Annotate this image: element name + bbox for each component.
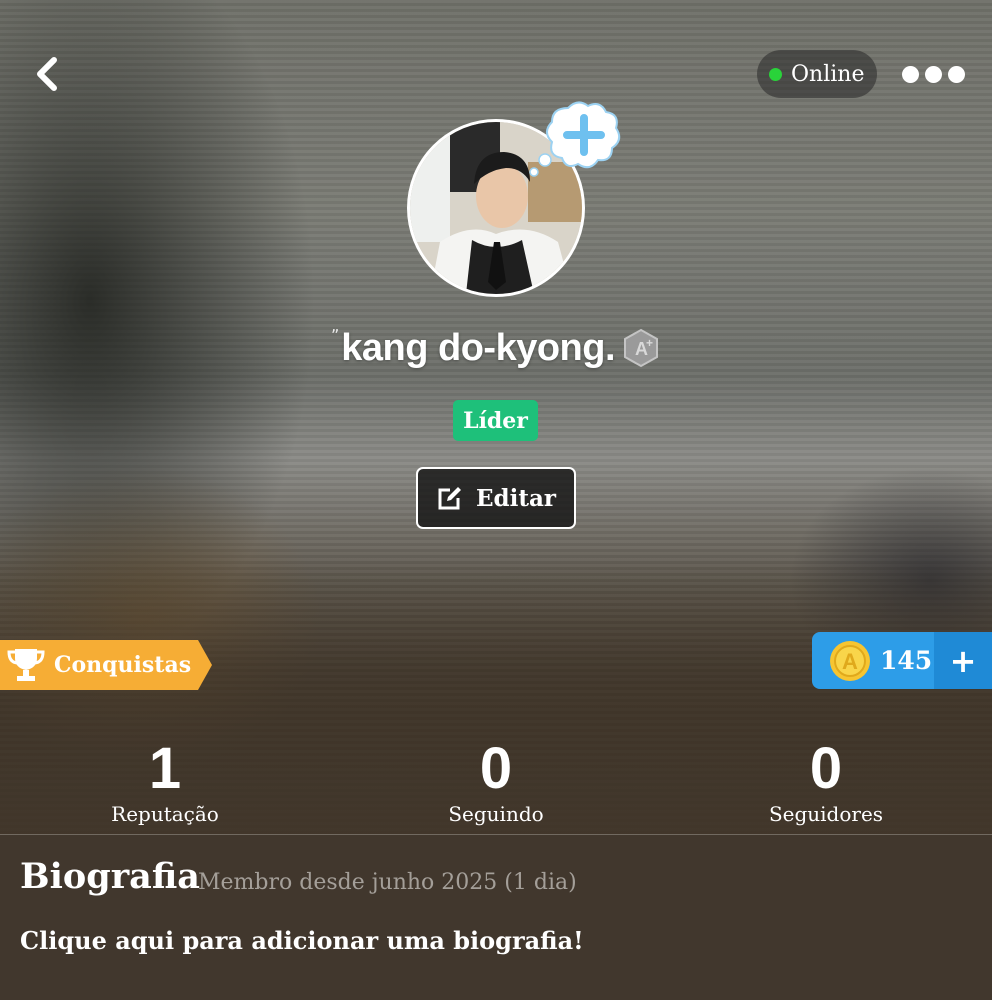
stat-followers[interactable]: 0 Seguidores	[726, 736, 926, 826]
member-since: Membro desde junho 2025 (1 dia)	[198, 870, 577, 895]
online-status-label: Online	[791, 61, 865, 87]
plus-bubble-icon	[529, 101, 621, 177]
profile-name-row: ˮ kang do-kyong. A +	[0, 320, 992, 376]
chevron-left-icon	[37, 57, 57, 91]
coin-balance: 145	[880, 646, 933, 675]
svg-text:+: +	[646, 336, 653, 350]
online-dot-icon	[769, 67, 782, 81]
role-badge: Líder	[453, 400, 538, 441]
coin-icon: A	[830, 641, 870, 681]
more-dots-icon	[948, 65, 965, 83]
name-prefix: ˮ	[330, 326, 340, 345]
profile-name: kang do-kyong.	[341, 326, 616, 369]
edit-icon	[438, 487, 461, 510]
achievements-label[interactable]: Conquistas	[54, 640, 191, 690]
profile-page: Online ˮ kang do-kyong. A + Líder Editar…	[0, 0, 992, 1000]
stat-label: Reputação	[111, 802, 219, 826]
more-dots-icon	[925, 65, 942, 83]
add-coins-button[interactable]: +	[934, 632, 992, 689]
back-button[interactable]	[28, 52, 68, 96]
add-bio-link[interactable]: Clique aqui para adicionar uma biografia…	[20, 926, 584, 955]
stat-value: 0	[479, 736, 513, 801]
add-status-button[interactable]	[528, 98, 623, 180]
stat-value: 0	[809, 736, 843, 801]
stat-following[interactable]: 0 Seguindo	[396, 736, 596, 826]
amino-plus-badge-icon[interactable]: A +	[621, 328, 661, 368]
stat-reputation[interactable]: 1 Reputação	[65, 736, 265, 826]
stat-label: Seguidores	[768, 802, 884, 826]
edit-button-label: Editar	[476, 484, 556, 512]
stat-label: Seguindo	[448, 802, 544, 826]
coins-widget[interactable]: A 145 +	[812, 632, 992, 689]
svg-text:A: A	[842, 649, 858, 674]
stat-value: 1	[148, 736, 182, 801]
more-options-button[interactable]	[902, 64, 968, 84]
edit-profile-button[interactable]: Editar	[416, 467, 576, 529]
bio-title: Biografia	[20, 856, 200, 897]
online-status-badge[interactable]: Online	[757, 50, 877, 98]
plus-icon: +	[949, 641, 977, 680]
more-dots-icon	[902, 65, 919, 83]
